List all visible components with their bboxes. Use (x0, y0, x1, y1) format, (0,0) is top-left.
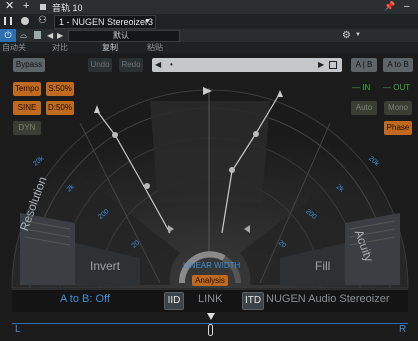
track-color-icon (40, 4, 46, 10)
meter-icon[interactable] (4, 17, 12, 25)
routing-icon[interactable]: ⚇ (38, 15, 47, 26)
tempo-button[interactable]: Tempo (13, 82, 41, 96)
linear-width-label: LINEAR WIDTH (183, 261, 241, 270)
paste-button[interactable]: 粘贴 (147, 42, 163, 53)
balance-right-label: R (399, 324, 407, 335)
redo-button[interactable]: Redo (119, 58, 143, 72)
track-name: 音轨 10 (52, 3, 83, 13)
dyn-button[interactable]: DYN (13, 121, 41, 135)
window-titlebar: ✕ + 音轨 10 📌 – (0, 0, 418, 14)
add-icon[interactable]: + (23, 0, 29, 13)
itd-button[interactable]: ITD (242, 292, 264, 310)
link-button[interactable]: LINK (198, 293, 222, 305)
stereoizer-plugin: Bypass Undo Redo ◀ • ▶ A | B A to B Temp… (0, 53, 418, 341)
iid-button[interactable]: IID (164, 292, 184, 310)
chevron-down-icon: ▼ (144, 18, 151, 25)
a-to-b-button[interactable]: A to B (383, 58, 413, 72)
preset-dot: • (170, 60, 173, 69)
save-preset-icon[interactable] (329, 61, 337, 69)
right-node-top[interactable] (253, 131, 259, 137)
left-node-bottom[interactable] (144, 183, 150, 189)
next-icon[interactable]: ▶ (318, 58, 324, 72)
left-node-top[interactable] (112, 132, 118, 138)
gear-icon[interactable]: ⚙ (342, 29, 351, 42)
preset-name: 默认 (113, 31, 129, 40)
auto-off-button[interactable]: 自动关 (2, 42, 26, 53)
left-arrow-top[interactable] (94, 105, 100, 113)
brand-label: NUGEN Audio Stereoizer (266, 293, 390, 305)
ab-toggle-label: A | B (355, 60, 373, 69)
chevron-down-icon[interactable]: ▼ (355, 29, 361, 42)
close-icon[interactable]: ✕ (5, 0, 14, 13)
balance-left-label: L (15, 324, 21, 335)
balance-marker-icon[interactable] (207, 313, 215, 320)
minimize-icon[interactable]: – (404, 0, 410, 13)
save-icon[interactable] (34, 31, 41, 39)
invert-control[interactable]: Invert (90, 259, 120, 273)
plugin-slot-selector[interactable]: 1 - NUGEN Stereoizer3 ▼ (54, 15, 156, 29)
ab-toggle-button[interactable]: A | B (351, 58, 377, 72)
right-arrow-top[interactable] (277, 90, 283, 97)
prev-preset-icon[interactable]: ◀ (47, 29, 53, 42)
undo-button[interactable]: Undo (88, 58, 112, 72)
analysis-button[interactable]: Analysis (192, 275, 228, 286)
plugin-slot-bar: ⚇ 1 - NUGEN Stereoizer3 ▼ (0, 14, 418, 29)
right-node-bottom[interactable] (229, 167, 235, 173)
fill-control[interactable]: Fill (315, 259, 330, 273)
sine-button[interactable]: SINE (13, 101, 41, 115)
copy-button[interactable]: 复制 (102, 42, 118, 53)
in-indicator: — IN (352, 83, 371, 92)
plugin-slot-name: 1 - NUGEN Stereoizer3 (59, 17, 154, 27)
preset-bar: ⏻ ⌓ ◀ ▶ 默认 ⚙ ▼ (0, 29, 418, 42)
sync-value[interactable]: S:50% (46, 82, 74, 96)
out-label: OUT (393, 83, 411, 92)
in-label: IN (362, 83, 371, 92)
a-to-b-status: A to B: Off (60, 293, 110, 305)
preset-selector[interactable]: 默认 (68, 30, 180, 42)
automation-icon[interactable]: ⌓ (20, 29, 27, 42)
out-indicator: — OUT (383, 83, 411, 92)
preset-browser[interactable]: ◀ • ▶ (152, 58, 342, 72)
preset-actions-bar: 自动关 对比 复制 粘贴 (0, 42, 418, 53)
next-preset-icon[interactable]: ▶ (57, 29, 63, 42)
mono-button[interactable]: Mono (384, 101, 412, 115)
power-icon[interactable]: ⏻ (0, 29, 16, 42)
compare-button[interactable]: 对比 (52, 42, 68, 53)
pin-icon[interactable]: 📌 (384, 0, 395, 13)
depth-value[interactable]: D:50% (46, 101, 74, 115)
bypass-button[interactable]: Bypass (13, 58, 45, 72)
balance-handle[interactable] (208, 324, 213, 336)
phase-button[interactable]: Phase (384, 121, 412, 135)
auto-button[interactable]: Auto (351, 101, 377, 115)
prev-icon[interactable]: ◀ (155, 58, 161, 72)
record-icon[interactable] (21, 17, 29, 25)
